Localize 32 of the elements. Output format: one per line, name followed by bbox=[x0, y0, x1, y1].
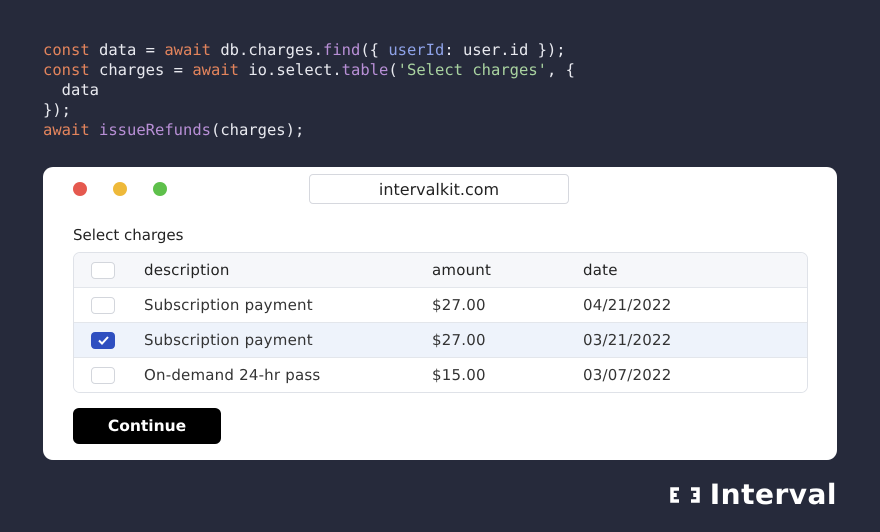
table-row[interactable]: On-demand 24-hr pass $15.00 03/07/2022 bbox=[74, 357, 807, 392]
table-cell: 03/21/2022 bbox=[583, 331, 672, 349]
code-line: const charges = await io.select.table('Select charges', { bbox=[43, 60, 575, 80]
table-cell: On-demand 24-hr pass bbox=[144, 366, 320, 384]
table-cell: $27.00 bbox=[432, 296, 486, 314]
column-header: amount bbox=[432, 261, 492, 279]
table-cell: $15.00 bbox=[432, 366, 486, 384]
table-cell: $27.00 bbox=[432, 331, 486, 349]
column-header: date bbox=[583, 261, 618, 279]
maximize-dot-icon[interactable] bbox=[153, 182, 167, 196]
column-header: description bbox=[144, 261, 230, 279]
close-dot-icon[interactable] bbox=[73, 182, 87, 196]
table-cell: Subscription payment bbox=[144, 331, 313, 349]
table-row[interactable]: Subscription payment $27.00 03/21/2022 bbox=[74, 322, 807, 357]
minimize-dot-icon[interactable] bbox=[113, 182, 127, 196]
row-checkbox[interactable] bbox=[91, 332, 115, 348]
select-all-checkbox[interactable] bbox=[91, 262, 115, 278]
code-line: }); bbox=[43, 100, 71, 120]
logo-icon bbox=[670, 486, 700, 502]
table-cell: 04/21/2022 bbox=[583, 296, 672, 314]
code-line: data bbox=[60, 80, 99, 100]
logo-text: Interval bbox=[710, 478, 837, 511]
url-field[interactable]: intervalkit.com bbox=[309, 174, 569, 204]
code-line: await issueRefunds(charges); bbox=[43, 120, 304, 140]
continue-button[interactable]: Continue bbox=[73, 408, 221, 444]
row-checkbox[interactable] bbox=[91, 366, 115, 384]
form-title: Select charges bbox=[73, 226, 184, 244]
check-icon bbox=[98, 336, 108, 344]
table-cell: 03/07/2022 bbox=[583, 366, 672, 384]
table-cell: Subscription payment bbox=[144, 296, 313, 314]
code-line: const data = await db.charges.find({ userId: user.id }); bbox=[43, 40, 566, 60]
row-checkbox[interactable] bbox=[91, 296, 115, 314]
